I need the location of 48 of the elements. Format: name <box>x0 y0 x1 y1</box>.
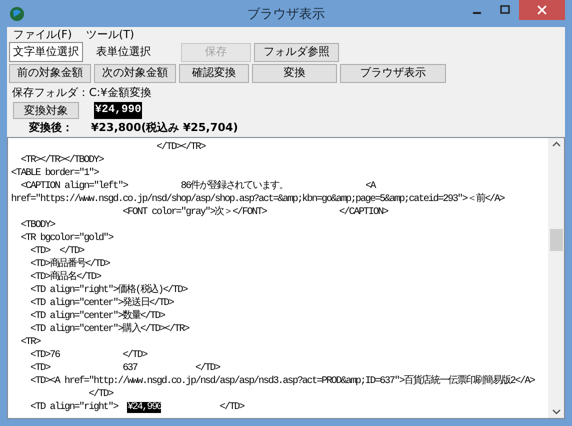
folder-path-label: 保存フォルダ：C:¥金額変換 <box>11 85 152 101</box>
result-label: 変換後： <box>29 121 74 135</box>
toolbar-button[interactable]: ブラウザ表示 <box>340 64 446 83</box>
scroll-down-icon[interactable] <box>552 409 560 415</box>
code-line: <TD> </TD> <box>29 245 84 258</box>
mode-tab[interactable]: 文字単位選択 <box>9 42 83 62</box>
code-line: </TD> <box>88 388 113 401</box>
code-line: <TBODY> <box>20 219 55 232</box>
code-line: <FONT color="gray">次＞</FONT> </CAPTION> <box>122 206 388 219</box>
code-line: <TR></TR></TBODY> <box>20 154 104 167</box>
target-button[interactable]: 変換対象 <box>13 102 79 119</box>
menu-item[interactable]: ファイル(F) <box>13 27 72 42</box>
result-amount: ¥23,800(税込み ¥25,704) <box>91 121 238 135</box>
source-text-area[interactable] <box>7 137 565 419</box>
maximize-icon[interactable] <box>500 5 510 15</box>
code-line: <TD align="center">数量</TD> <box>29 310 165 322</box>
code-line: </TD></TR> <box>156 141 206 154</box>
vertical-scrollbar[interactable] <box>548 138 564 418</box>
close-button[interactable] <box>519 0 565 20</box>
code-line: href="https://www.nsgd.co.jp/nsd/shop/asp/shop.asp?act=&amp;kbn=go&amp;page=5&amp;cateid=293">＜前</A> <box>11 193 504 206</box>
code-text: </TD> <box>218 402 244 413</box>
target-amount: ¥24,990 <box>94 102 142 119</box>
code-line: <TD>商品名</TD> <box>29 271 101 284</box>
code-line: <TD align="right">価格(税込)</TD> <box>29 284 188 297</box>
code-line: <TD> 637 </TD> <box>29 362 220 375</box>
mode-tab[interactable]: 表単位選択 <box>93 42 154 62</box>
toolbar-button[interactable]: 確認変換 <box>179 64 249 83</box>
code-line: <TD align="center">発送日</TD> <box>29 297 174 310</box>
toolbar-button[interactable]: フォルダ参照 <box>254 42 339 62</box>
close-icon[interactable] <box>537 5 547 15</box>
code-line: <TD><A href="http://www.nsgd.co.jp/nsd/asp/asp/nsd3.asp?act=PROD&amp;ID=637">百貨店統一伝票印刷簡易版2</A> <box>29 375 534 388</box>
menu-item[interactable]: ツール(T) <box>86 27 134 42</box>
toolbar-button[interactable]: 変換 <box>252 64 337 83</box>
code-line: <TR> <box>20 336 40 349</box>
scroll-thumb[interactable] <box>550 229 562 251</box>
scroll-up-icon[interactable] <box>552 141 560 147</box>
app-icon <box>9 6 25 22</box>
code-line: <TD>商品番号</TD> <box>29 258 110 270</box>
code-text: <TD align="right"> <box>29 402 120 413</box>
window-title: ブラウザ表示 <box>247 6 325 24</box>
code-line: <TD>76 </TD> <box>29 349 147 362</box>
code-line: <TD align="center">購入</TD></TR> <box>29 323 189 336</box>
code-line: <TABLE border="1"> <box>11 167 98 180</box>
selected-text: ¥24,990 <box>127 402 162 413</box>
code-line: <CAPTION align="left"> 86件が登録されています。 <A <box>20 180 376 193</box>
toolbar-button[interactable]: 前の対象金額 <box>9 64 91 83</box>
code-line: <TR bgcolor="gold"> <box>20 232 113 245</box>
toolbar-button[interactable]: 次の対象金額 <box>94 64 176 83</box>
